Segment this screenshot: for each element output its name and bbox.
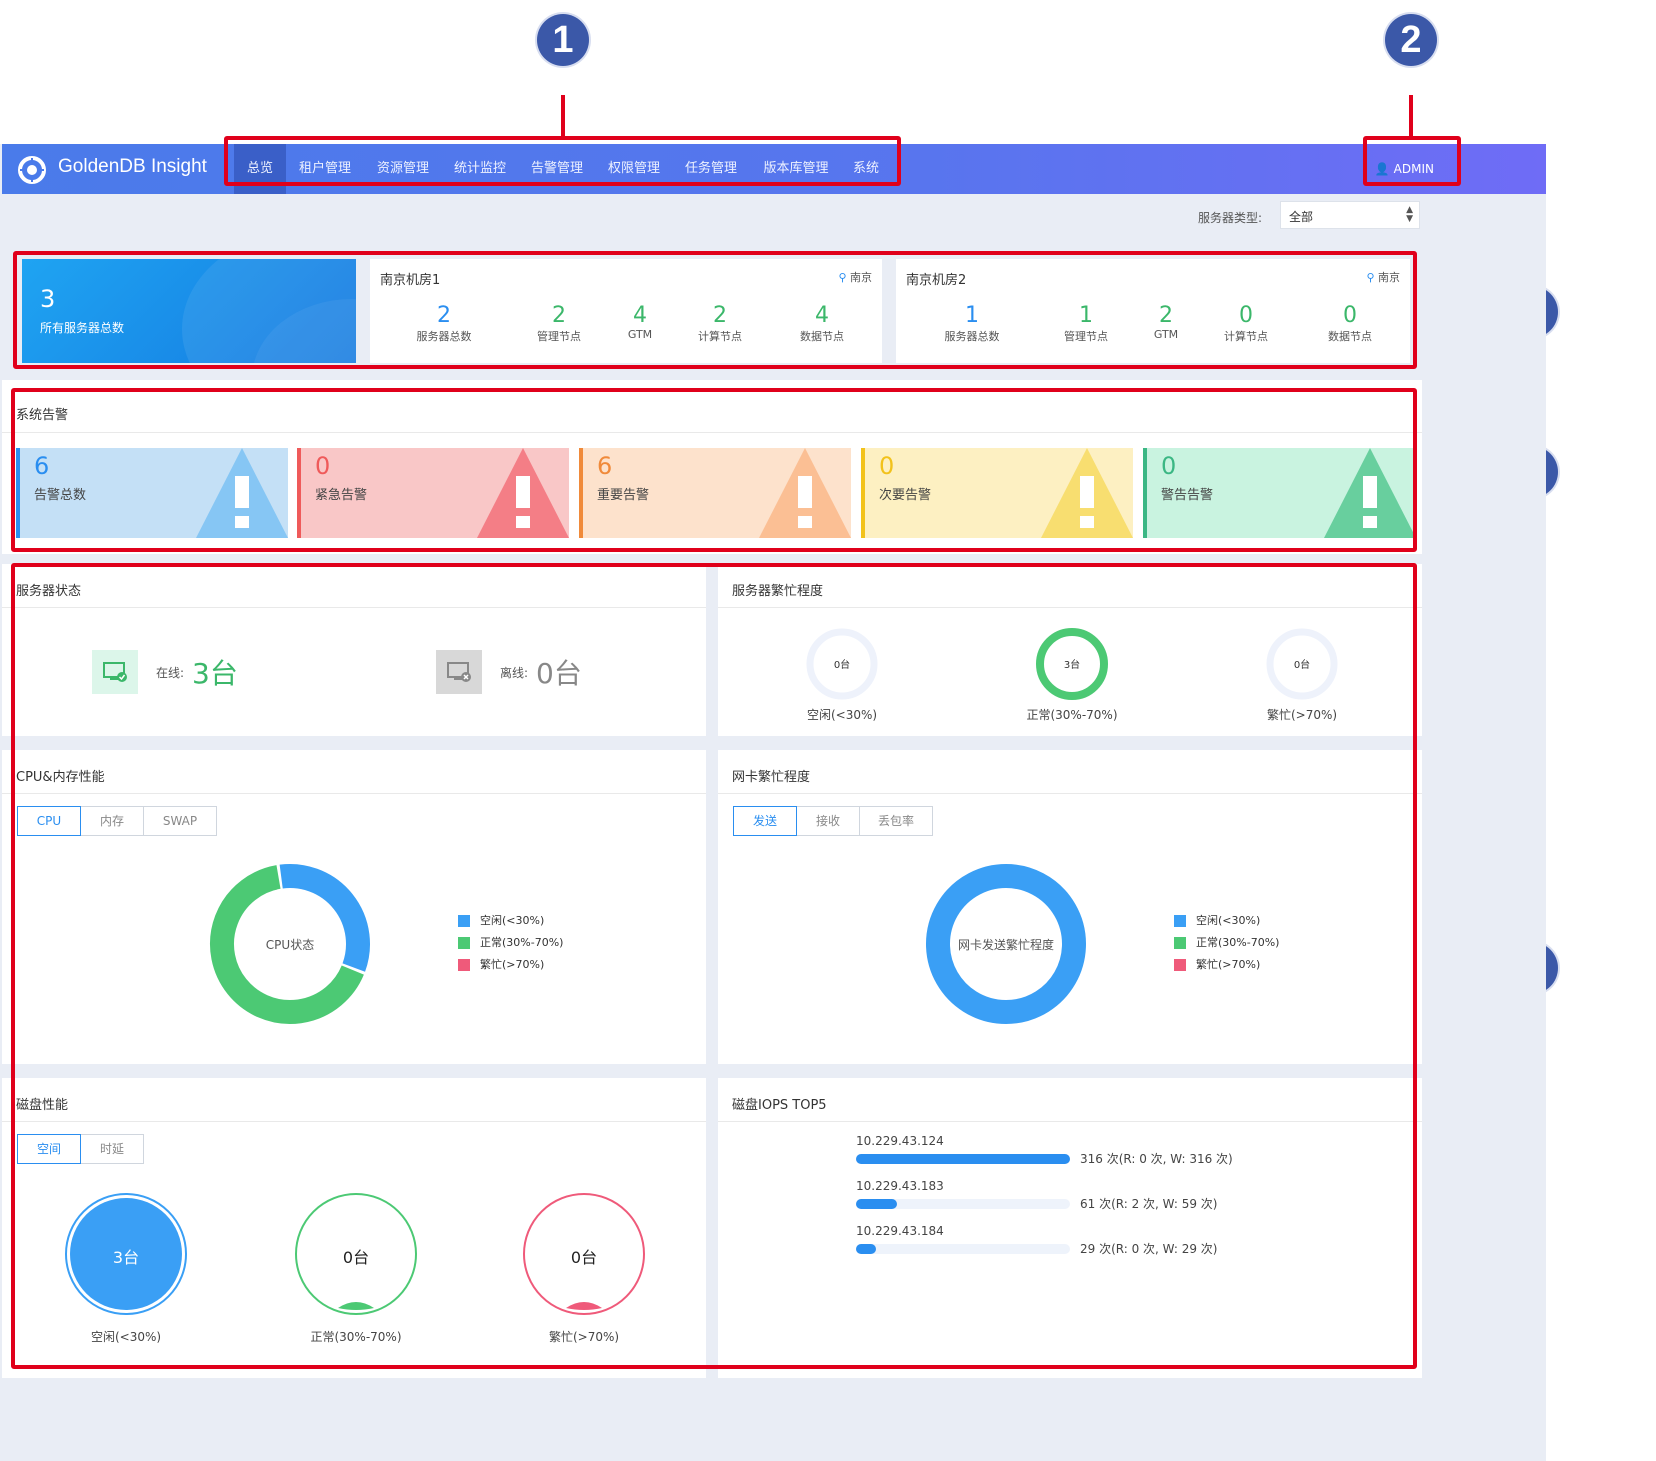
highlight-box-alarms [11, 388, 1417, 552]
annotation-line-2 [1409, 95, 1413, 140]
highlight-box-user [1363, 136, 1461, 186]
highlight-box-charts [11, 563, 1417, 1369]
highlight-box-summary [13, 251, 1417, 369]
server-type-value: 全部 [1289, 210, 1314, 224]
tab-cpu[interactable]: CPU [17, 806, 81, 836]
server-type-label: 服务器类型: [1198, 211, 1263, 225]
annotation-marker-2: 2 [1385, 14, 1437, 66]
annotation-marker-1: 1 [537, 14, 589, 66]
tab-space[interactable]: 空间 [17, 1134, 81, 1164]
highlight-box-nav [224, 136, 901, 186]
tab-send[interactable]: 发送 [733, 806, 797, 836]
annotation-line-1 [561, 95, 565, 140]
logo-icon [18, 156, 46, 184]
select-arrows-icon: ▲ ▼ [1406, 205, 1413, 224]
brand-name: GoldenDB Insight [58, 156, 207, 177]
server-type-select[interactable]: 全部 ▲ ▼ [1280, 201, 1420, 229]
